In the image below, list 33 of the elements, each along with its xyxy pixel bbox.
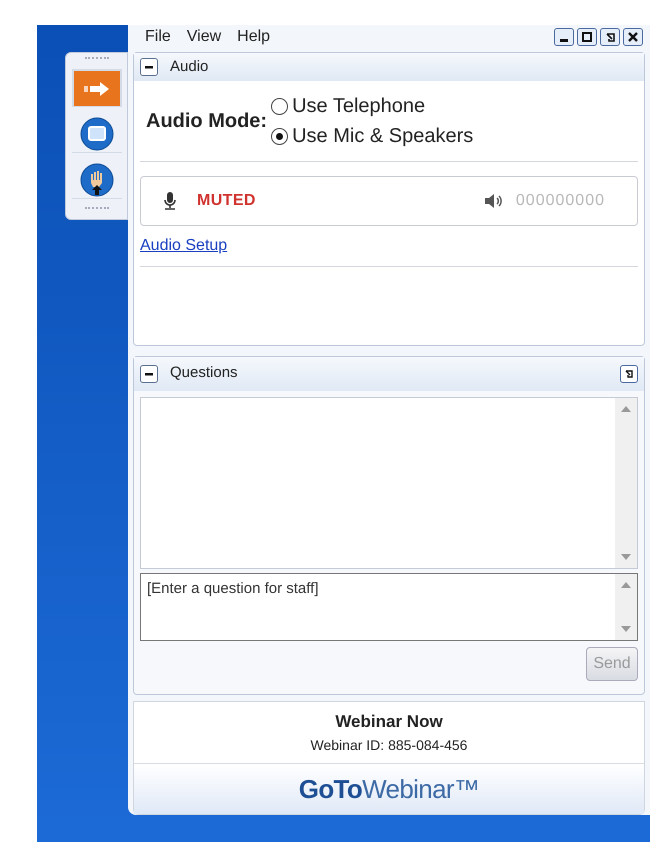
close-icon <box>627 31 639 43</box>
panel-title: Audio <box>170 56 208 77</box>
arrow-icon <box>82 80 112 98</box>
maximize-button[interactable] <box>577 28 597 46</box>
speaker-icon <box>484 193 504 209</box>
restore-icon <box>604 31 616 43</box>
speaker-level: 000000000 <box>516 191 605 211</box>
minimize-icon <box>560 39 568 42</box>
collapse-button[interactable] <box>140 364 158 383</box>
minimize-button[interactable] <box>554 28 574 46</box>
microphone-icon <box>163 191 177 211</box>
mic-status: MUTED <box>197 191 256 211</box>
restore-button[interactable] <box>600 28 620 46</box>
pop-out-icon <box>624 368 634 379</box>
toolbar-button[interactable] <box>72 115 122 153</box>
screen-icon <box>80 116 114 150</box>
audio-mode-label: Audio Mode: <box>146 109 268 134</box>
webinar-id: Webinar ID: 885-084-456 <box>310 736 468 755</box>
logo: GoToWebinar™ <box>298 772 480 806</box>
panel-title: Questions <box>170 363 239 384</box>
radio-option[interactable]: Use Telephone <box>271 91 474 121</box>
maximize-icon <box>581 31 593 43</box>
audio-setup-link[interactable]: Audio Setup <box>140 237 228 254</box>
collapse-button[interactable] <box>140 58 158 76</box>
menu-item[interactable]: Help <box>237 25 270 49</box>
pop-out-button[interactable] <box>620 364 638 383</box>
menu-item[interactable]: View <box>186 25 222 49</box>
toolbar-button[interactable] <box>72 161 122 199</box>
webinar-title: Webinar Now <box>335 711 443 734</box>
radio-option[interactable]: Use Mic & Speakers <box>271 121 474 151</box>
raise-hand-icon <box>80 162 114 196</box>
close-button[interactable] <box>623 28 643 46</box>
menu-item[interactable]: File <box>145 25 171 49</box>
